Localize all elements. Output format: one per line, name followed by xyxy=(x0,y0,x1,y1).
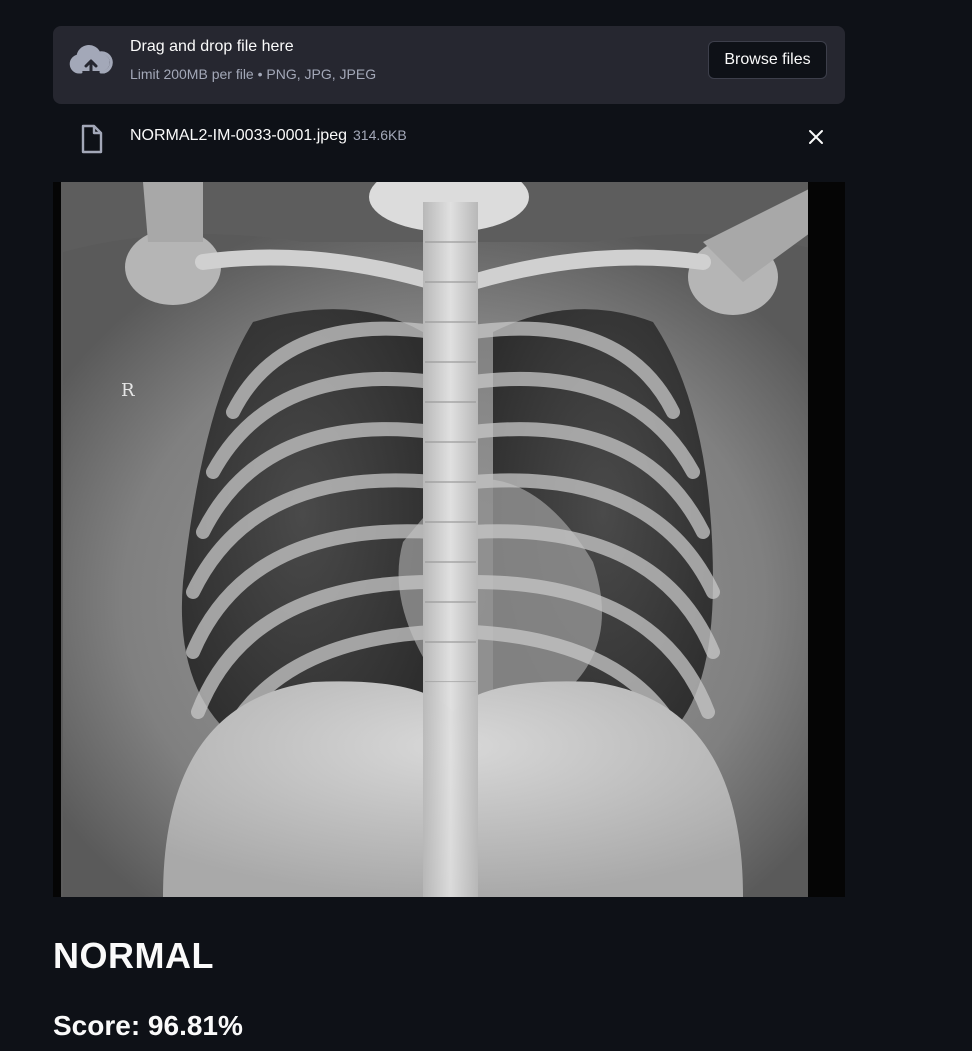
prediction-label: NORMAL xyxy=(53,935,214,976)
browse-files-button[interactable]: Browse files xyxy=(708,41,827,79)
dropzone-text: Drag and drop file here Limit 200MB per … xyxy=(130,37,376,82)
file-size: 314.6KB xyxy=(353,127,407,143)
uploaded-file-row: NORMAL2-IM-0033-0001.jpeg 314.6KB xyxy=(53,112,845,162)
xray-side-marker: R xyxy=(121,380,135,401)
dropzone-limit: Limit 200MB per file • PNG, JPG, JPEG xyxy=(130,66,377,82)
file-uploader-dropzone[interactable]: Drag and drop file here Limit 200MB per … xyxy=(53,26,845,104)
file-info: NORMAL2-IM-0033-0001.jpeg 314.6KB xyxy=(130,127,407,145)
xray-image: R xyxy=(53,182,845,897)
remove-file-close-icon[interactable] xyxy=(805,126,827,148)
chest-xray-picture: R xyxy=(53,182,845,897)
dropzone-title: Drag and drop file here xyxy=(130,38,294,55)
file-icon xyxy=(81,124,103,154)
file-name: NORMAL2-IM-0033-0001.jpeg xyxy=(130,127,347,144)
cloud-upload-icon xyxy=(69,44,113,76)
prediction-score: Score: 96.81% xyxy=(53,1010,243,1041)
